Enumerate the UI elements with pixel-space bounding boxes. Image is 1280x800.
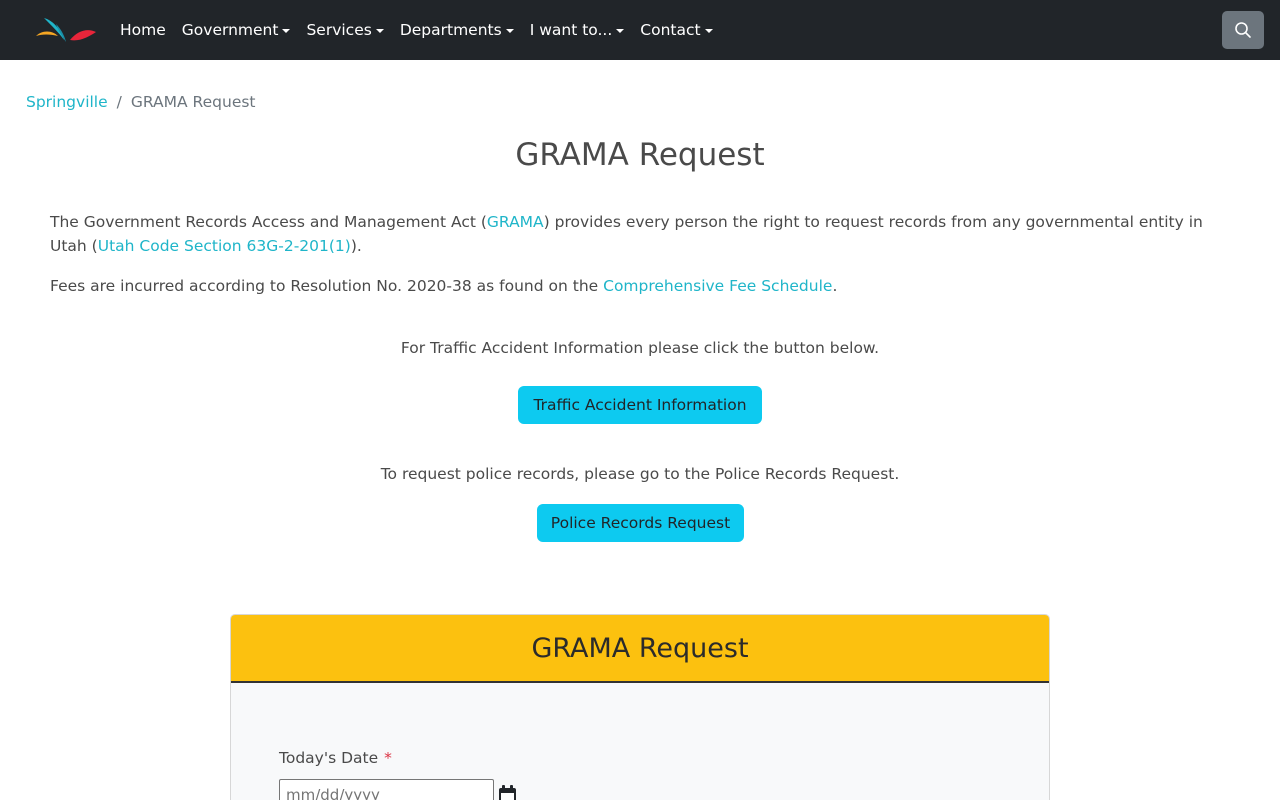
nav-home[interactable]: Home <box>120 21 166 39</box>
page-title: GRAMA Request <box>515 137 765 173</box>
traffic-info-text: For Traffic Accident Information please … <box>400 339 880 357</box>
search-icon <box>1235 22 1251 38</box>
springville-logo[interactable] <box>34 14 98 46</box>
nav-contact-label: Contact <box>640 21 701 39</box>
traffic-accident-button[interactable]: Traffic Accident Information <box>518 386 762 424</box>
form-header: GRAMA Request <box>231 615 1049 683</box>
grama-link[interactable]: GRAMA <box>487 213 544 231</box>
fees-text-1: Fees are incurred according to Resolutio… <box>50 277 604 295</box>
nav-government[interactable]: Government <box>182 21 291 39</box>
grama-request-form: GRAMA Request Today's Date * <box>230 614 1050 800</box>
todays-date-label: Today's Date * <box>279 749 392 767</box>
nav-services[interactable]: Services <box>306 21 384 39</box>
caret-down-icon <box>704 28 713 33</box>
police-records-button[interactable]: Police Records Request <box>537 504 744 542</box>
nav-government-label: Government <box>181 21 279 39</box>
breadcrumb-separator: / <box>116 93 122 111</box>
fees-paragraph: Fees are incurred according to Resolutio… <box>50 274 1235 298</box>
search-button[interactable] <box>1222 11 1264 49</box>
main-nav: Home Government Services Departments I w… <box>120 0 729 60</box>
breadcrumb-home-link[interactable]: Springville <box>26 93 108 111</box>
top-navbar: Home Government Services Departments I w… <box>0 0 1280 60</box>
nav-i-want-to-label: I want to... <box>529 21 613 39</box>
required-marker: * <box>384 749 392 767</box>
nav-home-label: Home <box>120 21 166 39</box>
form-title: GRAMA Request <box>531 632 749 664</box>
intro-text-3: ). <box>350 237 362 255</box>
calendar-icon[interactable] <box>498 785 518 800</box>
breadcrumb-current: GRAMA Request <box>130 93 256 111</box>
nav-contact[interactable]: Contact <box>640 21 713 39</box>
fee-schedule-link[interactable]: Comprehensive Fee Schedule <box>603 277 832 295</box>
utah-code-link[interactable]: Utah Code Section 63G-2-201(1) <box>98 237 351 255</box>
police-info-text: To request police records, please go to … <box>380 465 900 483</box>
breadcrumb: Springville / GRAMA Request <box>26 93 256 111</box>
caret-down-icon <box>616 28 625 33</box>
nav-i-want-to[interactable]: I want to... <box>530 21 625 39</box>
caret-down-icon <box>375 28 384 33</box>
intro-text-1: The Government Records Access and Manage… <box>50 213 487 231</box>
todays-date-label-text: Today's Date <box>279 749 379 767</box>
caret-down-icon <box>505 28 514 33</box>
intro-paragraph: The Government Records Access and Manage… <box>50 210 1235 258</box>
nav-services-label: Services <box>306 21 372 39</box>
nav-departments[interactable]: Departments <box>400 21 514 39</box>
fees-text-2: . <box>832 277 838 295</box>
caret-down-icon <box>282 28 291 33</box>
nav-departments-label: Departments <box>399 21 502 39</box>
todays-date-input[interactable] <box>279 779 494 800</box>
